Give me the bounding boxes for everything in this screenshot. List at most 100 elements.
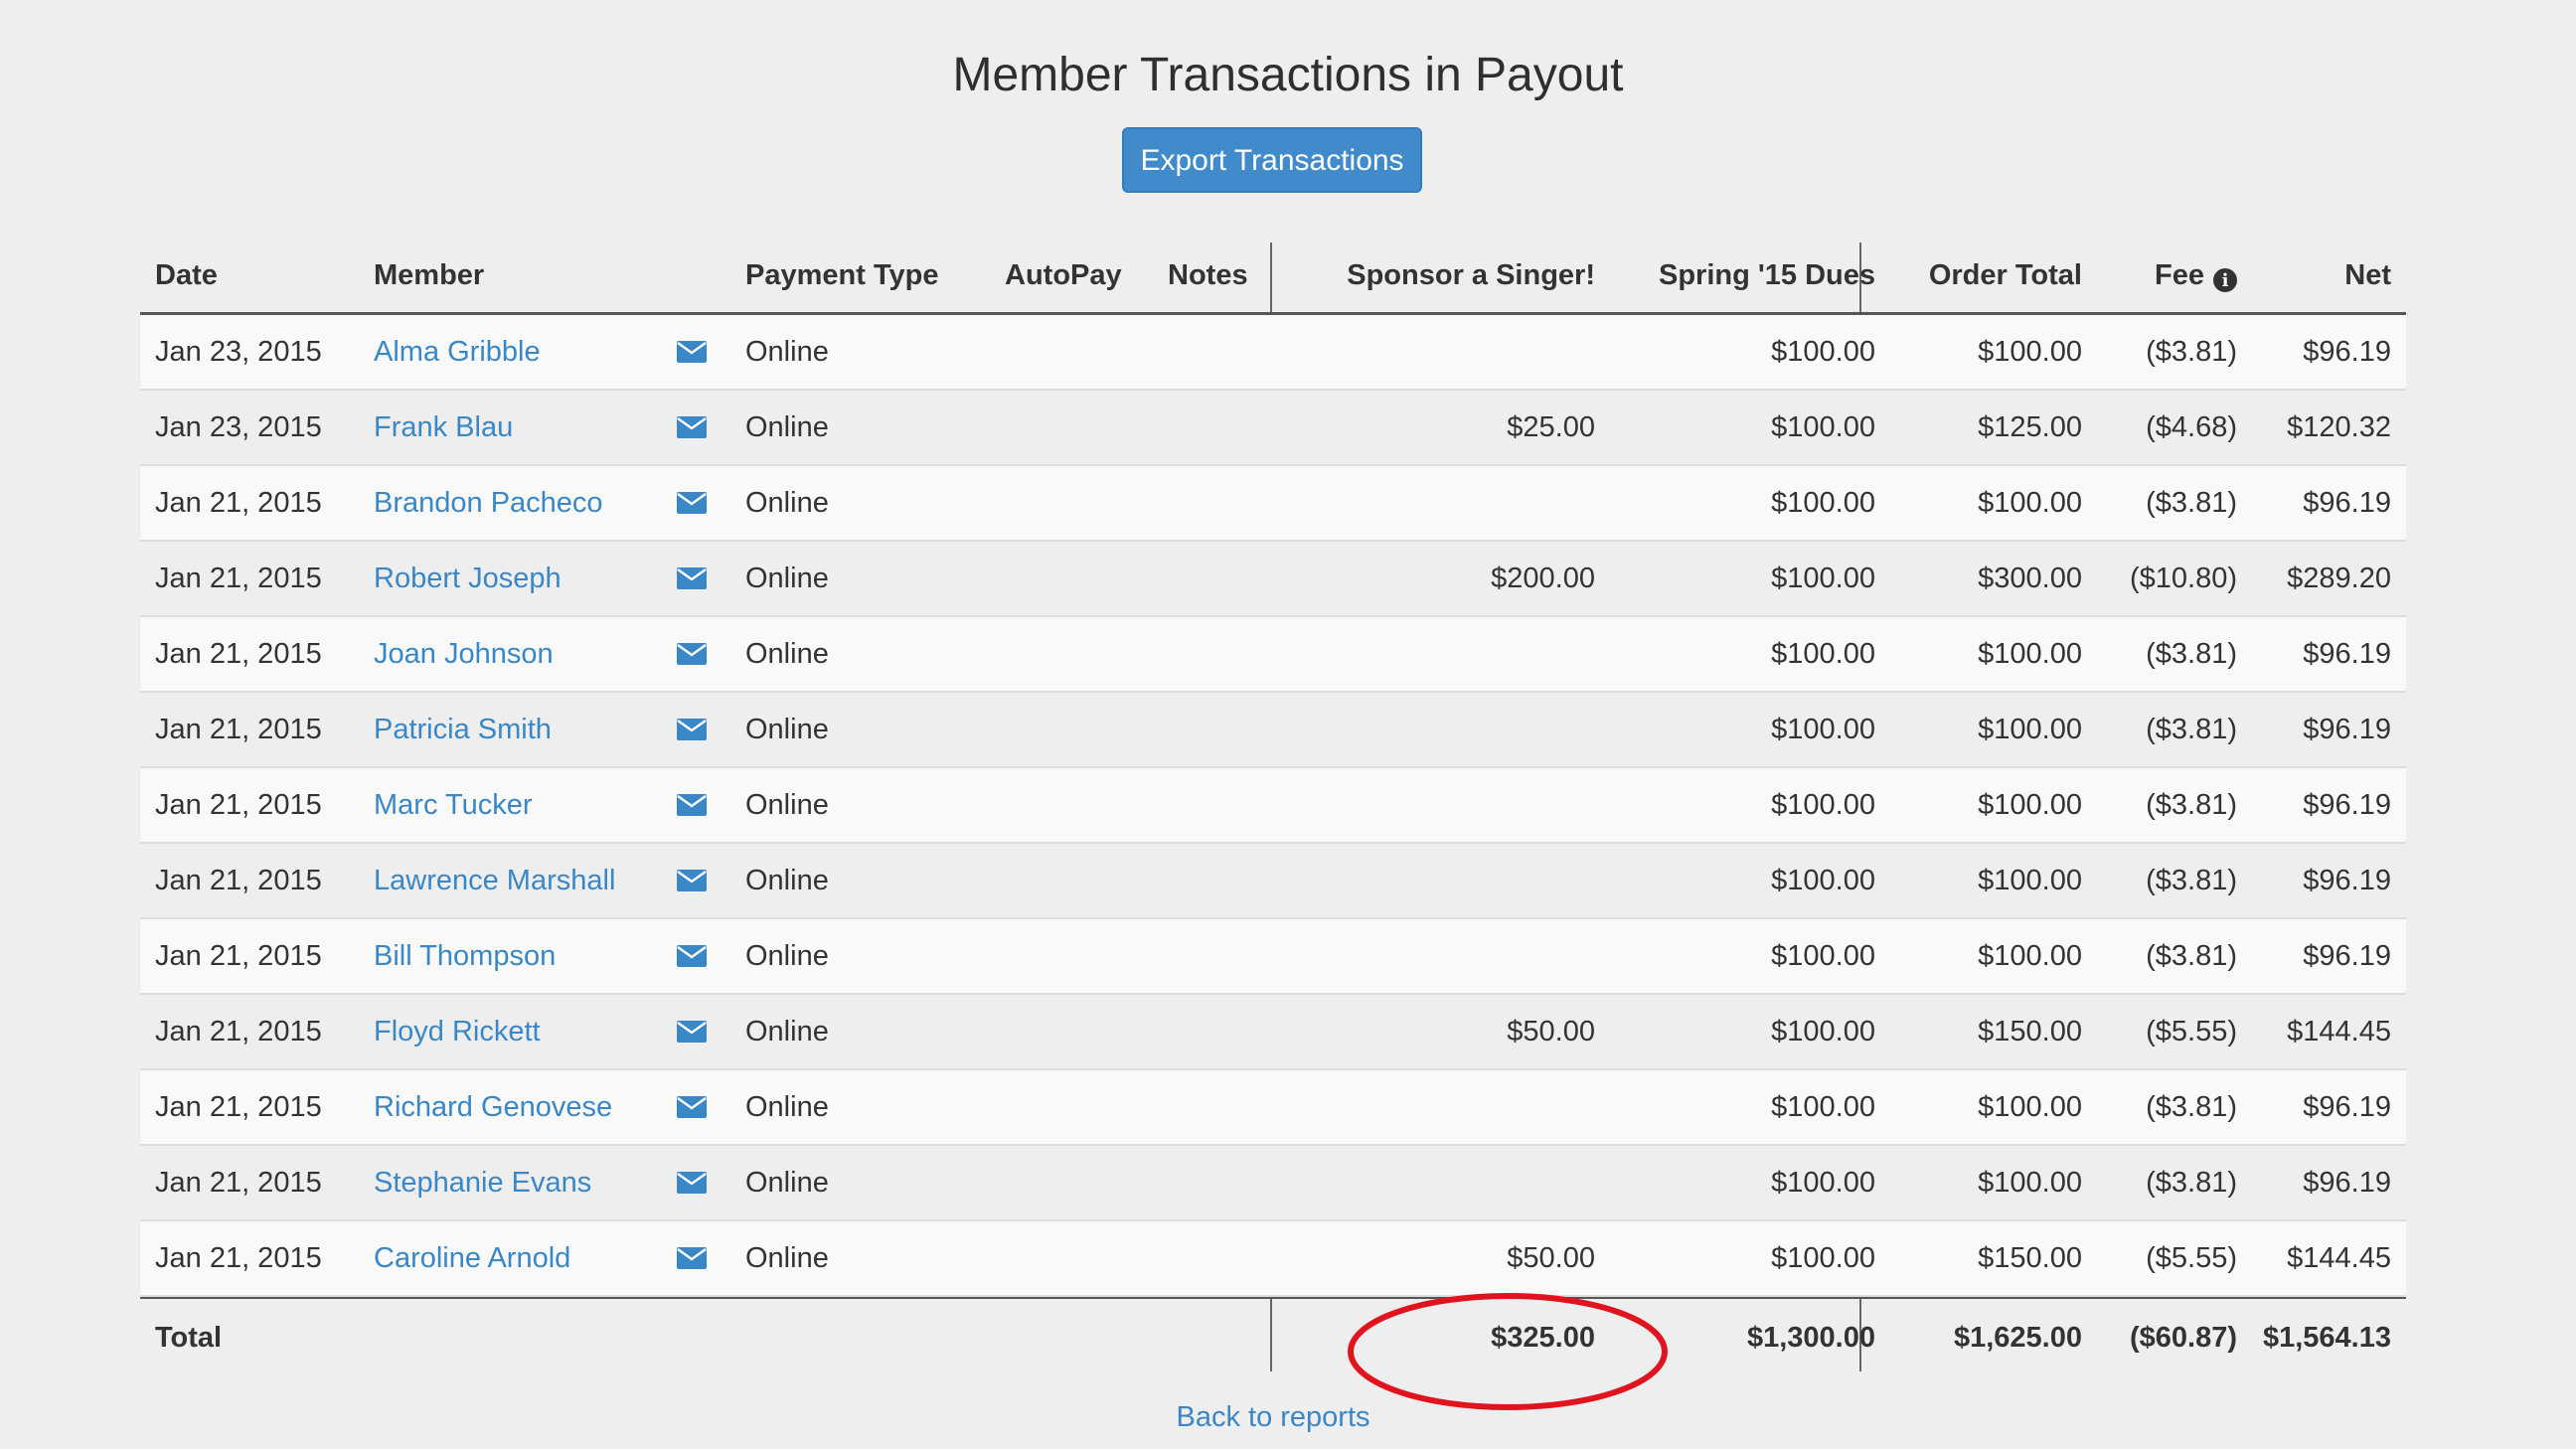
member-link[interactable]: Bill Thompson bbox=[374, 919, 556, 993]
envelope-icon[interactable] bbox=[677, 542, 707, 615]
cell-sponsor: $200.00 bbox=[1491, 562, 1595, 594]
cell-net: $96.19 bbox=[2303, 1166, 2391, 1199]
cell-order-total: $100.00 bbox=[1978, 939, 2082, 972]
envelope-icon[interactable] bbox=[677, 995, 707, 1068]
cell-payment-type: Online bbox=[745, 486, 829, 519]
envelope-icon[interactable] bbox=[677, 1221, 707, 1295]
header-member[interactable]: Member bbox=[374, 242, 484, 312]
cell-date: Jan 21, 2015 bbox=[155, 486, 322, 519]
cell-dues: $100.00 bbox=[1771, 335, 1875, 368]
cell-dues: $100.00 bbox=[1771, 1166, 1875, 1199]
cell-fee: ($3.81) bbox=[2146, 939, 2237, 972]
cell-order-total: $100.00 bbox=[1978, 1090, 2082, 1123]
totals-row: Total $325.00 $1,300.00 $1,625.00 ($60.8… bbox=[140, 1297, 2406, 1376]
export-transactions-button[interactable]: Export Transactions bbox=[1122, 127, 1422, 193]
cell-date: Jan 21, 2015 bbox=[155, 1015, 322, 1047]
totals-dues: $1,300.00 bbox=[1746, 1321, 1875, 1354]
cell-date: Jan 21, 2015 bbox=[155, 1090, 322, 1123]
header-fee-label[interactable]: Fee bbox=[2155, 259, 2204, 292]
envelope-icon[interactable] bbox=[677, 1146, 707, 1219]
cell-date: Jan 21, 2015 bbox=[155, 939, 322, 972]
table-row: Jan 21, 2015 Floyd Rickett Online $50.00… bbox=[140, 995, 2406, 1070]
cell-order-total: $300.00 bbox=[1978, 562, 2082, 594]
table-body: Jan 23, 2015 Alma Gribble Online $100.00… bbox=[140, 315, 2406, 1297]
header-date[interactable]: Date bbox=[155, 242, 218, 312]
cell-payment-type: Online bbox=[745, 939, 829, 972]
cell-dues: $100.00 bbox=[1771, 1241, 1875, 1274]
cell-dues: $100.00 bbox=[1771, 713, 1875, 745]
header-autopay[interactable]: AutoPay bbox=[1005, 242, 1122, 312]
table-row: Jan 21, 2015 Marc Tucker Online $100.00 … bbox=[140, 768, 2406, 844]
member-link[interactable]: Frank Blau bbox=[374, 391, 513, 464]
cell-order-total: $150.00 bbox=[1978, 1015, 2082, 1047]
member-link[interactable]: Stephanie Evans bbox=[374, 1146, 591, 1219]
header-payment-type[interactable]: Payment Type bbox=[745, 242, 938, 312]
cell-date: Jan 23, 2015 bbox=[155, 410, 322, 443]
cell-fee: ($5.55) bbox=[2146, 1015, 2237, 1047]
totals-order-total: $1,625.00 bbox=[1953, 1321, 2082, 1354]
cell-payment-type: Online bbox=[745, 562, 829, 594]
member-link[interactable]: Brandon Pacheco bbox=[374, 466, 603, 540]
envelope-icon[interactable] bbox=[677, 919, 707, 993]
cell-sponsor: $25.00 bbox=[1507, 410, 1595, 443]
cell-fee: ($3.81) bbox=[2146, 713, 2237, 745]
cell-dues: $100.00 bbox=[1771, 788, 1875, 821]
cell-order-total: $100.00 bbox=[1978, 486, 2082, 519]
info-icon[interactable]: i bbox=[2213, 268, 2237, 292]
cell-fee: ($3.81) bbox=[2146, 1090, 2237, 1123]
cell-order-total: $150.00 bbox=[1978, 1241, 2082, 1274]
envelope-icon[interactable] bbox=[677, 466, 707, 540]
header-sponsor[interactable]: Sponsor a Singer! bbox=[1347, 242, 1595, 312]
cell-order-total: $100.00 bbox=[1978, 637, 2082, 670]
table-row: Jan 21, 2015 Joan Johnson Online $100.00… bbox=[140, 617, 2406, 693]
cell-payment-type: Online bbox=[745, 1166, 829, 1199]
cell-payment-type: Online bbox=[745, 637, 829, 670]
table-row: Jan 23, 2015 Frank Blau Online $25.00 $1… bbox=[140, 391, 2406, 466]
cell-fee: ($3.81) bbox=[2146, 864, 2237, 896]
table-row: Jan 21, 2015 Stephanie Evans Online $100… bbox=[140, 1146, 2406, 1221]
cell-date: Jan 21, 2015 bbox=[155, 562, 322, 594]
cell-order-total: $100.00 bbox=[1978, 1166, 2082, 1199]
header-order-total[interactable]: Order Total bbox=[1929, 242, 2082, 312]
member-link[interactable]: Marc Tucker bbox=[374, 768, 533, 842]
member-link[interactable]: Floyd Rickett bbox=[374, 995, 541, 1068]
cell-net: $96.19 bbox=[2303, 335, 2391, 368]
member-link[interactable]: Caroline Arnold bbox=[374, 1221, 570, 1295]
member-link[interactable]: Alma Gribble bbox=[374, 315, 541, 389]
cell-date: Jan 21, 2015 bbox=[155, 637, 322, 670]
totals-net: $1,564.13 bbox=[2262, 1321, 2391, 1354]
cell-fee: ($4.68) bbox=[2146, 410, 2237, 443]
envelope-icon[interactable] bbox=[677, 693, 707, 766]
envelope-icon[interactable] bbox=[677, 1070, 707, 1144]
cell-order-total: $100.00 bbox=[1978, 335, 2082, 368]
member-link[interactable]: Robert Joseph bbox=[374, 542, 562, 615]
header-notes[interactable]: Notes bbox=[1168, 242, 1248, 312]
member-link[interactable]: Patricia Smith bbox=[374, 693, 552, 766]
envelope-icon[interactable] bbox=[677, 844, 707, 917]
member-link[interactable]: Richard Genovese bbox=[374, 1070, 612, 1144]
cell-payment-type: Online bbox=[745, 1090, 829, 1123]
cell-sponsor: $50.00 bbox=[1507, 1241, 1595, 1274]
cell-order-total: $100.00 bbox=[1978, 864, 2082, 896]
member-link[interactable]: Lawrence Marshall bbox=[374, 844, 615, 917]
back-to-reports-link[interactable]: Back to reports bbox=[0, 1401, 2546, 1434]
cell-date: Jan 21, 2015 bbox=[155, 1241, 322, 1274]
cell-fee: ($3.81) bbox=[2146, 637, 2237, 670]
table-row: Jan 21, 2015 Patricia Smith Online $100.… bbox=[140, 693, 2406, 768]
envelope-icon[interactable] bbox=[677, 391, 707, 464]
envelope-icon[interactable] bbox=[677, 617, 707, 691]
cell-net: $144.45 bbox=[2287, 1241, 2391, 1274]
cell-date: Jan 23, 2015 bbox=[155, 335, 322, 368]
cell-order-total: $100.00 bbox=[1978, 713, 2082, 745]
envelope-icon[interactable] bbox=[677, 315, 707, 389]
table-row: Jan 21, 2015 Robert Joseph Online $200.0… bbox=[140, 542, 2406, 617]
cell-net: $289.20 bbox=[2287, 562, 2391, 594]
cell-net: $96.19 bbox=[2303, 637, 2391, 670]
cell-dues: $100.00 bbox=[1771, 1090, 1875, 1123]
cell-dues: $100.00 bbox=[1771, 410, 1875, 443]
header-dues[interactable]: Spring '15 Dues bbox=[1659, 242, 1875, 312]
cell-fee: ($5.55) bbox=[2146, 1241, 2237, 1274]
envelope-icon[interactable] bbox=[677, 768, 707, 842]
member-link[interactable]: Joan Johnson bbox=[374, 617, 554, 691]
header-net[interactable]: Net bbox=[2344, 242, 2391, 312]
